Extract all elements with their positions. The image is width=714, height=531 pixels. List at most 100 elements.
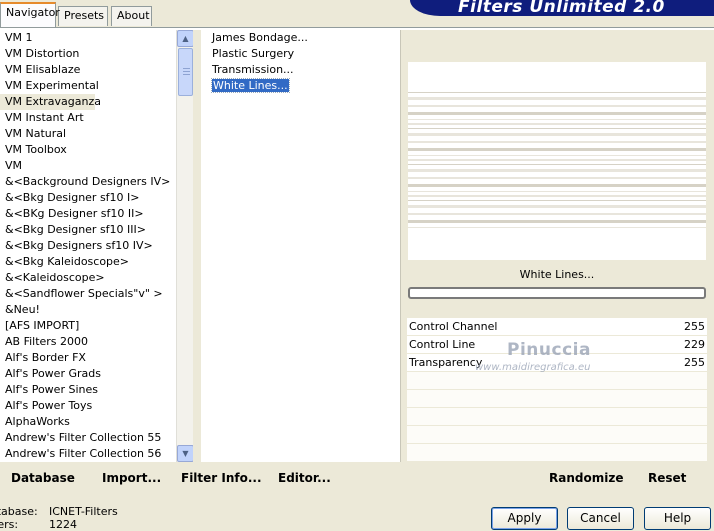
empty-slider-row: [407, 390, 707, 408]
tab-label: Presets: [64, 9, 105, 22]
preview-stripe: [408, 133, 706, 136]
progress-bar: [408, 287, 706, 299]
category-item[interactable]: &<Bkg Designers sf10 IV>: [0, 238, 176, 254]
filter-preview: [408, 62, 706, 260]
category-item[interactable]: &<BKg Designer sf10 II>: [0, 206, 176, 222]
slider-label: Control Channel: [409, 320, 498, 333]
empty-slider-row: [407, 408, 707, 426]
scroll-down-button[interactable]: ▼: [177, 445, 194, 462]
preview-stripe: [408, 177, 706, 179]
category-item[interactable]: VM Distortion: [0, 46, 176, 62]
category-item[interactable]: Alf's Power Sines: [0, 382, 176, 398]
empty-slider-row: [407, 372, 707, 390]
category-item[interactable]: VM Toolbox: [0, 142, 176, 158]
category-scrollbar[interactable]: ▲ ▼: [176, 30, 194, 462]
category-item[interactable]: &Neu!: [0, 302, 176, 318]
toolbar: Database Import... Filter Info... Editor…: [0, 462, 714, 493]
preview-filter-name: White Lines...: [519, 268, 595, 281]
category-item[interactable]: &<Sandflower Specials"v" >: [0, 286, 176, 302]
preview-stripe: [408, 119, 706, 120]
filter-item-label: Plastic Surgery: [212, 47, 295, 60]
filter-info-button[interactable]: Filter Info...: [181, 470, 262, 486]
tab-navigator[interactable]: Navigator: [0, 2, 60, 27]
scroll-up-button[interactable]: ▲: [177, 30, 194, 47]
filter-item-label: James Bondage...: [212, 31, 308, 44]
category-item[interactable]: Alf's Power Toys: [0, 398, 176, 414]
category-item[interactable]: Andrew's Filter Collection 55: [0, 430, 176, 446]
category-item[interactable]: &<Kaleidoscope>: [0, 270, 176, 286]
banner-title: Filters Unlimited 2.0: [458, 0, 665, 16]
preview-stripe: [408, 112, 706, 115]
category-item[interactable]: VM Elisablaze: [0, 62, 176, 78]
preview-stripe: [408, 164, 706, 165]
slider-control-channel[interactable]: Control Channel 255: [407, 318, 707, 336]
cancel-button[interactable]: Cancel: [567, 507, 634, 530]
category-item[interactable]: AB Filters 2000: [0, 334, 176, 350]
slider-label: Control Line: [409, 338, 476, 351]
preview-stripe: [408, 191, 706, 192]
preview-stripe: [408, 148, 706, 151]
filter-item-label: Transmission...: [212, 63, 294, 76]
category-item[interactable]: VM Natural: [0, 126, 176, 142]
reset-button[interactable]: Reset: [648, 470, 686, 486]
category-item[interactable]: &<Bkg Kaleidoscope>: [0, 254, 176, 270]
category-item[interactable]: VM: [0, 158, 176, 174]
preview-stripe: [408, 205, 706, 208]
preview-stripe: [408, 200, 706, 201]
chevron-up-icon: ▲: [182, 34, 189, 43]
category-item[interactable]: &<Bkg Designer sf10 I>: [0, 190, 176, 206]
preview-stripe: [408, 227, 706, 228]
preview-stripe: [408, 97, 706, 100]
status-database-label: atabase:: [0, 505, 38, 518]
filter-item[interactable]: James Bondage...: [201, 30, 399, 46]
category-item[interactable]: Alf's Power Grads: [0, 366, 176, 382]
chevron-down-icon: ▼: [182, 449, 189, 458]
status-filters-label: lters:: [0, 518, 19, 531]
status-database-value: ICNET-Filters: [49, 505, 118, 518]
database-button[interactable]: Database: [11, 470, 75, 486]
preview-stripe: [408, 123, 706, 125]
category-item[interactable]: &<Bkg Designer sf10 III>: [0, 222, 176, 238]
watermark-title: Pinuccia: [507, 340, 591, 360]
filter-item[interactable]: White Lines...: [201, 78, 399, 94]
tab-label: About: [117, 9, 150, 22]
filter-item[interactable]: Transmission...: [201, 62, 399, 78]
help-button[interactable]: Help: [644, 507, 711, 530]
tab-bar: Navigator Presets About: [0, 0, 400, 27]
scroll-thumb[interactable]: [178, 48, 193, 96]
category-list[interactable]: VM 1 VM Distortion VM Elisablaze VM Experim…: [0, 30, 176, 462]
category-item[interactable]: Andrew's Filter Collection 56: [0, 446, 176, 462]
preview-stripe: [408, 169, 706, 172]
category-item[interactable]: VM Experimental: [0, 78, 176, 94]
preview-stripe: [408, 128, 706, 129]
empty-slider-row: [407, 426, 707, 444]
category-item[interactable]: &<Background Designers IV>: [0, 174, 176, 190]
filter-item[interactable]: Plastic Surgery: [201, 46, 399, 62]
editor-button[interactable]: Editor...: [278, 470, 331, 486]
category-item[interactable]: AlphaWorks: [0, 414, 176, 430]
slider-value: 229: [684, 338, 705, 351]
tab-presets[interactable]: Presets: [58, 6, 108, 26]
tab-label: Navigator: [6, 6, 60, 19]
preview-stripe: [408, 159, 706, 161]
filter-item-label: White Lines...: [211, 78, 290, 93]
tab-about[interactable]: About: [111, 6, 152, 26]
apply-button[interactable]: Apply: [491, 507, 558, 530]
category-item[interactable]: VM Extravaganza: [0, 94, 101, 110]
list-divider: [193, 30, 201, 462]
category-item[interactable]: Alf's Border FX: [0, 350, 176, 366]
import-button[interactable]: Import...: [102, 470, 161, 486]
category-item[interactable]: [AFS IMPORT]: [0, 318, 176, 334]
randomize-button[interactable]: Randomize: [549, 470, 623, 486]
slider-value: 255: [684, 320, 705, 333]
preview-stripe: [408, 105, 706, 107]
preview-stripe: [408, 220, 706, 223]
category-item[interactable]: VM Instant Art: [0, 110, 176, 126]
filter-list[interactable]: James Bondage... Plastic Surgery Transmiss…: [201, 30, 399, 462]
slider-value: 255: [684, 356, 705, 369]
preview-stripe: [408, 195, 706, 197]
category-item[interactable]: VM 1: [0, 30, 176, 46]
filter-settings-pane: White Lines... Control Channel 255 Contr…: [400, 30, 714, 462]
preview-stripe: [408, 155, 706, 156]
preview-stripe: [408, 213, 706, 215]
